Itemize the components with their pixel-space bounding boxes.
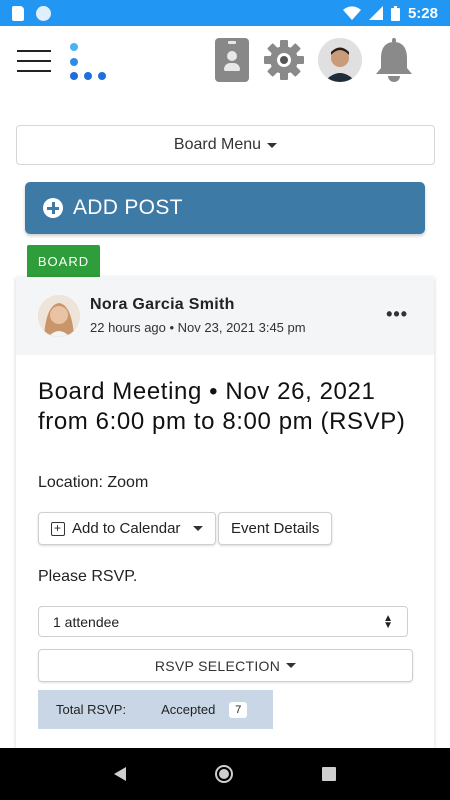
post-timestamp: 22 hours ago • Nov 23, 2021 3:45 pm: [90, 320, 306, 335]
plus-circle-icon: [43, 198, 63, 218]
battery-icon: [390, 5, 400, 21]
rsvp-selection-dropdown[interactable]: RSVP SELECTION: [38, 649, 413, 682]
add-post-label: ADD POST: [73, 196, 183, 219]
back-icon[interactable]: [114, 767, 127, 781]
accepted-label: Accepted: [161, 702, 216, 717]
system-nav-bar: [0, 748, 450, 800]
hamburger-icon[interactable]: [17, 50, 51, 80]
gear-icon[interactable]: [262, 38, 306, 82]
add-post-button[interactable]: ADD POST: [25, 182, 425, 234]
rsvp-selection-label: RSVP SELECTION: [154, 657, 281, 674]
post-header: Nora Garcia Smith 22 hours ago • Nov 23,…: [16, 277, 434, 355]
board-tag: BOARD: [27, 245, 100, 277]
id-card-icon[interactable]: [215, 38, 249, 82]
board-menu-dropdown[interactable]: Board Menu: [16, 125, 435, 165]
status-time: 5:28: [407, 4, 438, 22]
sync-icon: [36, 5, 51, 21]
attendee-select-value: 1 attendee: [53, 613, 120, 630]
avatar[interactable]: [318, 38, 362, 82]
dots-logo-icon[interactable]: [68, 42, 112, 86]
author-name[interactable]: Nora Garcia Smith: [90, 296, 235, 314]
status-bar: 5:28: [0, 0, 450, 26]
recent-apps-icon[interactable]: [321, 767, 336, 781]
sd-card-icon: [12, 5, 24, 21]
rsvp-prompt: Please RSVP.: [38, 568, 138, 585]
app-header: [0, 26, 450, 96]
more-options-icon[interactable]: •••: [386, 304, 408, 325]
chevron-down-icon: [267, 142, 278, 148]
event-location: Location: Zoom: [38, 474, 149, 491]
attendee-select[interactable]: 1 attendee ▲ ▼: [38, 606, 408, 637]
board-tag-label: BOARD: [37, 253, 90, 269]
signal-icon: [368, 6, 383, 20]
bell-icon[interactable]: [372, 36, 416, 84]
author-avatar[interactable]: [38, 295, 80, 337]
total-rsvp-label: Total RSVP:: [56, 702, 127, 717]
add-to-calendar-label: Add to Calendar: [72, 520, 181, 537]
board-menu-label: Board Menu: [173, 136, 262, 153]
wifi-icon: [342, 6, 361, 20]
select-arrows-icon: ▲ ▼: [383, 612, 393, 631]
post-card: Nora Garcia Smith 22 hours ago • Nov 23,…: [16, 277, 434, 748]
home-icon[interactable]: [214, 765, 233, 783]
rsvp-summary: Total RSVP: Accepted 7: [38, 690, 273, 729]
post-title: Board Meeting • Nov 26, 2021 from 6:00 p…: [38, 378, 406, 435]
add-to-calendar-button[interactable]: Add to Calendar: [38, 512, 217, 545]
calendar-icon: [51, 521, 65, 536]
event-details-button[interactable]: Event Details: [218, 512, 333, 545]
chevron-down-icon: [286, 663, 297, 668]
accepted-count-badge: 7: [229, 701, 248, 718]
event-details-label: Event Details: [231, 520, 320, 537]
chevron-down-icon: [193, 526, 204, 531]
